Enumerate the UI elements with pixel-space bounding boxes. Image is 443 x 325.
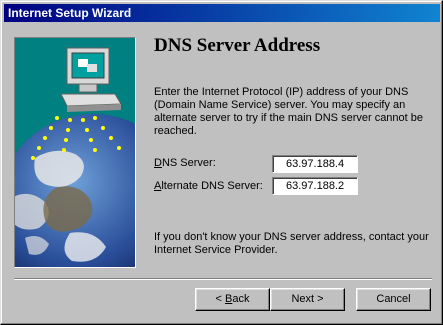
title-bar[interactable]: Internet Setup Wizard <box>4 4 440 22</box>
help-note: If you don't know your DNS server addres… <box>154 231 429 256</box>
computer-earth-illustration <box>14 37 136 268</box>
page-description: Enter the Internet Protocol (IP) address… <box>154 86 424 137</box>
back-button[interactable]: < Back <box>195 288 270 311</box>
cancel-button[interactable]: Cancel <box>356 288 431 311</box>
dns-server-input[interactable]: 63.97.188.4 <box>272 155 358 173</box>
illustration-icon <box>15 47 135 267</box>
page-heading: DNS Server Address <box>154 35 321 56</box>
next-button[interactable]: Next > <box>270 288 345 311</box>
dns-server-label: DNS Server: <box>154 157 216 169</box>
alternate-dns-server-input[interactable]: 63.97.188.2 <box>272 177 358 195</box>
button-separator <box>14 278 432 280</box>
window-title: Internet Setup Wizard <box>8 6 132 20</box>
wizard-window: Internet Setup Wizard DNS Server Address… <box>0 0 443 325</box>
alternate-dns-server-label: Alternate DNS Server: <box>154 180 263 192</box>
